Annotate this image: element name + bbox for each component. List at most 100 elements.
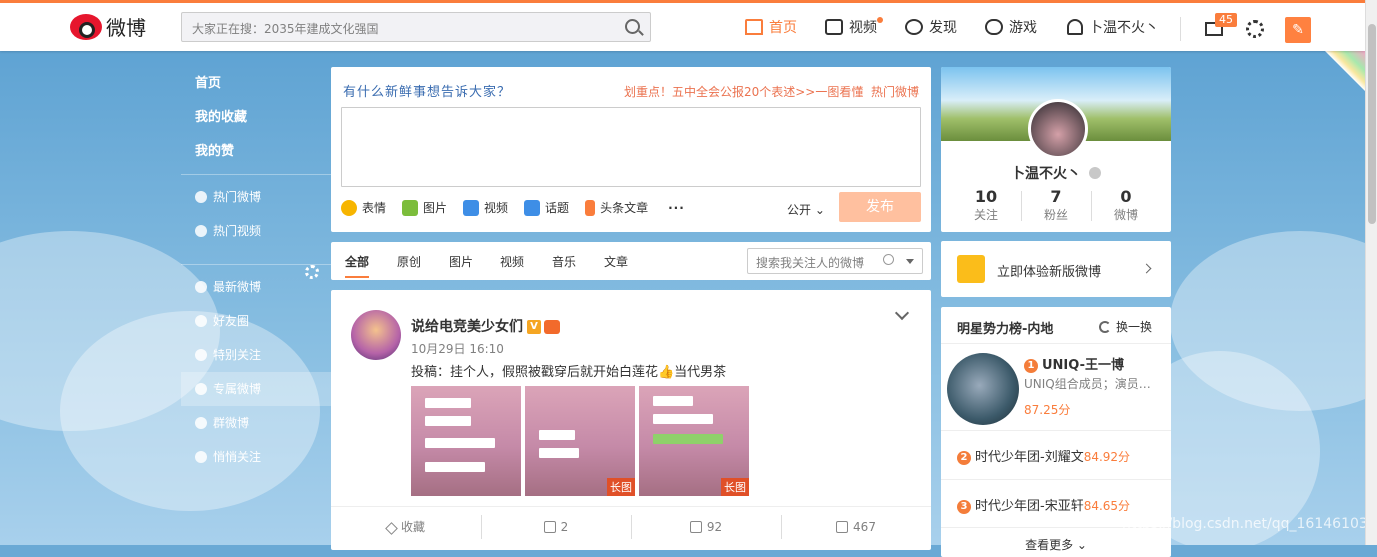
search-placeholder: 大家正在搜：2035年建成文化强国 [192,22,379,36]
publish-hint[interactable]: 划重点！五中全会公报20个表述>>一图看懂 热门微博 [624,83,919,100]
publish-button[interactable]: 发布 [839,192,921,222]
nav-label: 发现 [929,20,957,36]
repost-button[interactable]: 2 [481,507,631,546]
tab-article[interactable]: 文章 [604,253,628,270]
rank-badge: 1 [1024,359,1038,373]
profile-card: 卜温不火丶 10 关注 7 粉丝 0 微博 [941,67,1171,232]
emoji-icon [341,199,357,216]
home-icon [745,19,763,35]
post-image[interactable] [411,386,521,496]
stat-weibo[interactable]: 0 微博 [1091,187,1161,223]
star-row[interactable]: 2 时代少年团-刘耀文84.92分 [957,446,1130,465]
hashtag-icon [524,199,541,216]
watermark-text: https://blog.csdn.net/qq_16146103 [1122,516,1368,532]
publish-textarea[interactable] [341,107,921,187]
ranking-title: 明星势力榜-内地 [957,322,1054,337]
new-dot [877,17,883,23]
eye-icon [195,349,207,361]
long-image-tag: 长图 [721,478,749,496]
verified-icon: V [527,320,541,334]
post-image[interactable]: 长图 [525,386,635,496]
publish-box: 有什么新鲜事想告诉大家？ 划重点！五中全会公报20个表述>>一图看懂 热门微博 … [331,67,931,232]
profile-avatar[interactable] [1028,99,1088,159]
star-1-name[interactable]: 1 UNIQ-王一博 [1024,354,1124,373]
sidebar-item-quiet[interactable]: 悄悄关注 [181,440,331,474]
tab-music[interactable]: 音乐 [552,253,576,270]
compose-button[interactable]: ✎ [1285,17,1311,43]
article-tool[interactable]: 头条文章 [585,199,648,216]
new-version-label: 立即体验新版微博 [997,265,1102,280]
sidebar-settings-icon[interactable] [305,265,319,279]
divider [941,479,1171,480]
image-tool[interactable]: 图片 [402,199,447,216]
star-row[interactable]: 3 时代少年团-宋亚轩84.65分 [957,495,1130,514]
rank-badge: 3 [957,500,971,514]
post-time[interactable]: 10月29日 16:10 [411,340,504,357]
tab-all[interactable]: 全部 [345,253,370,278]
rocket-icon [957,255,985,283]
smile-icon [195,383,207,395]
sidebar-item-exclusive[interactable]: 专属微博 [181,372,331,406]
more-tools-icon[interactable]: ··· [668,199,685,216]
author-avatar[interactable] [351,310,401,360]
tab-video[interactable]: 视频 [500,253,524,270]
divider [941,343,1171,344]
post-menu-chevron-icon[interactable] [894,305,910,321]
sidebar-item-special[interactable]: 特别关注 [181,338,331,372]
nav-label: 游戏 [1009,20,1037,36]
nav-game[interactable]: 游戏 [985,17,1037,37]
sidebar-item-hot-weibo[interactable]: 热门微博 [181,180,331,214]
comment-button[interactable]: 92 [631,507,781,546]
weibo-logo[interactable]: 微博 [70,12,146,41]
sidebar-item-favorites[interactable]: 我的收藏 [181,101,331,135]
search-icon[interactable] [625,19,640,34]
visibility-select[interactable]: 公开 ⌄ [787,201,825,218]
star-icon [385,522,398,535]
follow-search-input[interactable]: 搜索我关注人的微博 [747,248,923,274]
mail-count-badge: 45 [1215,13,1237,27]
nav-profile[interactable]: 卜温不火丶 [1067,17,1159,37]
profile-name[interactable]: 卜温不火丶 [941,163,1171,183]
feed-card: 说给电竞美少女们 V 10月29日 16:10 投稿：挂个人，假照被戳穿后就开始白… [331,290,931,550]
nav-discover[interactable]: 发现 [905,17,957,37]
like-button[interactable]: 467 [781,507,931,546]
vertical-scrollbar[interactable] [1365,0,1377,545]
star-avatar[interactable] [947,353,1019,425]
flame-icon [195,191,207,203]
scrollbar-thumb[interactable] [1368,24,1376,224]
refresh-button[interactable]: 换一换 [1099,318,1152,335]
new-version-banner[interactable]: 立即体验新版微博 [941,241,1171,297]
video-icon [825,19,843,35]
comment-icon [689,521,702,533]
author-name[interactable]: 说给电竞美少女们 V [411,316,560,336]
topic-tool[interactable]: 话题 [524,199,569,216]
post-text: 投稿：挂个人，假照被戳穿后就开始白莲花👍当代男茶 [411,365,727,380]
search-icon[interactable] [883,254,894,265]
tab-original[interactable]: 原创 [397,253,421,270]
repost-icon [543,521,556,533]
logo-text: 微博 [106,16,146,40]
sidebar-item-likes[interactable]: 我的赞 [181,135,331,169]
sidebar-item-group[interactable]: 群微博 [181,406,331,440]
medal-icon [1089,167,1101,179]
settings-gear-icon[interactable] [1246,20,1264,38]
weibo-eye-icon [70,13,102,40]
refresh-icon [1099,321,1111,333]
sidebar-item-hot-video[interactable]: 热门视频 [181,214,331,248]
nav-video[interactable]: 视频 [825,17,877,37]
emoji-tool[interactable]: 表情 [341,199,386,216]
video-tool[interactable]: 视频 [463,199,508,216]
image-icon [402,199,419,216]
favorite-button[interactable]: 收藏 [331,507,481,546]
nav-home[interactable]: 首页 [745,17,797,37]
stat-following[interactable]: 10 关注 [951,187,1021,223]
sidebar-item-home[interactable]: 首页 [181,67,331,101]
lightning-icon [585,199,596,216]
dropdown-arrow-icon[interactable] [906,259,914,264]
tab-images[interactable]: 图片 [449,253,473,270]
global-search-input[interactable]: 大家正在搜：2035年建成文化强国 [181,12,651,42]
stat-fans[interactable]: 7 粉丝 [1021,187,1091,223]
top-navbar: 微博 大家正在搜：2035年建成文化强国 首页 视频 发现 游戏 卜温不火丶 4… [0,0,1365,51]
post-image[interactable]: 长图 [639,386,749,496]
sidebar-item-friends[interactable]: 好友圈 [181,304,331,338]
